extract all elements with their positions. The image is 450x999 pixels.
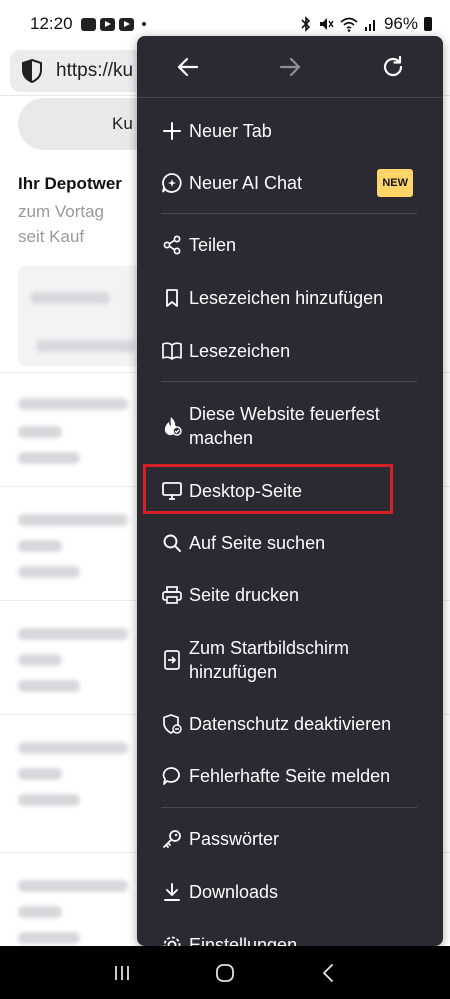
menu-item-label: Einstellungen [189,935,298,946]
back-button[interactable] [173,52,203,82]
bookmark-add-icon [161,287,183,309]
menu-item-passwords[interactable]: Passwörter [137,824,443,854]
status-time: 12:20 [30,14,73,33]
menu-item-fireproof[interactable]: Diese Website feuerfest machen [137,400,443,452]
menu-separator [161,213,417,214]
blurred-text [18,514,128,526]
depot-sub-previous-day: zum Vortag [18,202,104,221]
blurred-text [36,340,136,352]
bookmarks-icon [161,340,183,362]
wifi-icon [340,17,358,32]
signal-icon [364,20,375,31]
home-button[interactable] [205,953,245,993]
blurred-text [18,566,80,578]
menu-item-label: Lesezeichen [189,341,291,361]
menu-item-label: Auf Seite suchen [189,533,326,553]
menu-item-label: Passwörter [189,829,280,849]
menu-item-new-ai-chat[interactable]: Neuer AI Chat NEW [137,168,443,198]
menu-item-label: Desktop-Seite [189,481,303,501]
more-notifications-icon [141,22,146,26]
notification-icon [80,17,96,31]
chevron-left-icon [323,963,334,982]
blurred-text [18,452,80,464]
menu-item-report-site[interactable]: Fehlerhafte Seite melden [137,761,443,791]
blurred-text [18,880,128,892]
reload-icon [383,55,403,77]
battery-icon [424,17,432,31]
plus-icon [161,120,183,142]
menu-item-label: Lesezeichen hinzufügen [189,288,384,308]
menu-item-label: Diese Website feuerfest machen [189,404,380,448]
menu-item-label: Zum Startbildschirm hinzufügen [189,638,350,682]
menu-item-label: Fehlerhafte Seite melden [189,766,391,786]
shield-icon[interactable] [20,58,44,84]
home-icon [216,963,234,982]
menu-item-add-to-home[interactable]: Zum Startbildschirm hinzufügen [137,634,443,686]
search-icon [161,532,183,554]
settings-icon [161,934,183,946]
blurred-text [18,932,80,944]
reload-button[interactable] [378,52,408,82]
recent-apps-button[interactable] [102,953,142,993]
video-app-icon [118,17,134,31]
menu-item-desktop-site[interactable]: Desktop-Seite [137,476,443,506]
mute-icon [319,18,334,30]
menu-separator [161,381,417,382]
url-text: https://ku [56,60,134,81]
menu-item-label: Datenschutz deaktivieren [189,714,392,734]
blurred-text [18,680,80,692]
blurred-text [18,628,128,640]
system-nav-bar [0,946,450,999]
menu-navigation-row [137,36,443,98]
menu-item-share[interactable]: Teilen [137,230,443,260]
menu-item-disable-privacy[interactable]: Datenschutz deaktivieren [137,709,443,739]
menu-item-label: Neuer Tab [189,121,272,141]
depot-title: Ihr Depotwer [18,174,122,193]
bluetooth-icon [301,16,311,32]
menu-item-bookmarks[interactable]: Lesezeichen [137,336,443,366]
menu-item-add-bookmark[interactable]: Lesezeichen hinzufügen [137,283,443,313]
menu-item-settings[interactable]: Einstellungen [137,930,443,946]
key-icon [161,828,183,850]
download-icon [161,881,183,903]
recent-apps-icon [114,965,129,980]
back-nav-button[interactable] [308,953,348,993]
menu-item-new-tab[interactable]: Neuer Tab [137,116,443,146]
blurred-text [18,540,62,552]
add-home-icon [161,649,183,671]
menu-item-label: Seite drucken [189,585,300,605]
menu-item-downloads[interactable]: Downloads [137,877,443,907]
depot-sub-since-purchase: seit Kauf [18,227,85,246]
arrow-left-icon [177,57,199,77]
forward-button[interactable] [275,52,305,82]
report-icon [161,765,183,787]
blurred-text [18,794,80,806]
new-badge: NEW [377,169,413,197]
blurred-text [30,292,110,304]
menu-item-print[interactable]: Seite drucken [137,580,443,610]
blurred-text [18,906,62,918]
browser-overflow-menu: Neuer Tab Neuer AI Chat NEW Teilen Lesez… [137,36,443,946]
arrow-right-icon [279,57,301,77]
menu-separator [161,807,417,808]
notification-icons [80,17,146,31]
privacy-shield-icon [161,713,183,735]
desktop-icon [161,480,183,502]
blurred-text [18,398,128,410]
blurred-text [18,426,62,438]
blurred-text [18,654,62,666]
ai-chat-icon [161,172,183,194]
fireproof-icon [161,415,183,437]
video-app-icon [99,17,115,31]
print-icon [161,584,183,606]
menu-item-find-in-page[interactable]: Auf Seite suchen [137,528,443,558]
blurred-text [18,768,62,780]
menu-item-label: Teilen [189,235,237,255]
menu-item-label: Downloads [189,882,279,902]
share-icon [161,234,183,256]
blurred-text [18,742,128,754]
battery-percent: 96% [383,14,418,33]
